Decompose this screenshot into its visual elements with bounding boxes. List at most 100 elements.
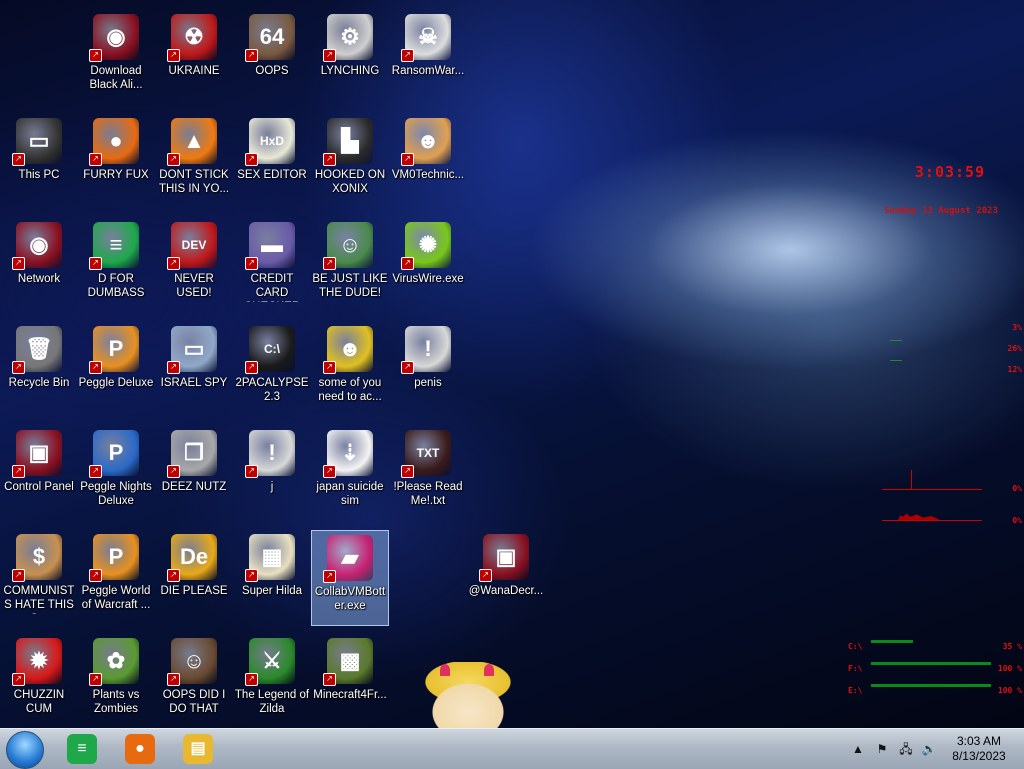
icon-download-black-ali[interactable]: ◉ ↗ Download Black Ali... [77,10,155,106]
icon-this-pc[interactable]: ▭ ↗ This PC [0,114,78,210]
taskbar-app-firefox-icon: ● [125,734,155,764]
icon-ransomware-image: ☠ ↗ [401,14,451,62]
shortcut-arrow-icon: ↗ [167,257,180,270]
icon-label: Download Black Ali... [89,65,143,91]
chevron-up-icon[interactable]: ▲ [850,741,866,757]
icon-communists[interactable]: $↗ COMMUNISTS HATE THIS G... [0,530,78,626]
icon-collabvm-bott[interactable]: ▰ ↗ CollabVMBott er.exe [311,530,389,626]
icon-peggle-world[interactable]: P ↗ Peggle World of Warcraft ... [77,530,155,626]
icon-lynching[interactable]: ⚙ ↗ LYNCHING [311,10,389,106]
net-spike [911,470,912,489]
icon-control-panel[interactable]: ▣ ↗ Control Panel [0,426,78,522]
icon-never-used[interactable]: DEV ↗ NEVER USED! [155,218,233,314]
start-button[interactable] [6,731,44,769]
icon-die-please[interactable]: De ↗ DIE PLEASE [155,530,233,626]
net-line-2 [882,520,982,521]
icon-label: CREDIT CARD CHECKER [244,273,300,302]
icon-deez-nutz[interactable]: ❐ ↗ DEEZ NUTZ [155,426,233,522]
icon-credit-card-checker[interactable]: ▬↗ CREDIT CARD CHECKER [233,218,311,314]
icon-label: VM0Technic... [391,169,465,181]
icon-j-image: ! ↗ [245,430,295,478]
taskbar-app-notes[interactable]: ≡ [60,733,104,765]
icon-furry-fux[interactable]: ● ↗ FURRY FUX [77,114,155,210]
icon-label: FURRY FUX [83,169,149,181]
icon-label: LYNCHING [320,65,380,77]
icon-j[interactable]: ! ↗ j [233,426,311,522]
icon-wanadecr[interactable]: ▣ ↗ @WanaDecr... [467,530,545,626]
volume-icon[interactable]: 🔊 [921,741,937,757]
shortcut-arrow-icon: ↗ [89,153,102,166]
icon-2pacalypse[interactable]: C:\ ↗ 2PACALYPSE 2.3 [233,322,311,418]
taskbar: ≡ ● ▤ ▲ ⚑ 🖧 🔊 3:03 AM 8/13/2023 [0,728,1024,769]
taskbar-app-firefox[interactable]: ● [118,733,162,765]
desktop[interactable]: ◉ ↗ Download Black Ali... ☢ ↗ UKRAINE 64 ↗ OOPS ⚙… [0,0,1024,728]
shortcut-arrow-icon: ↗ [323,570,336,583]
icon-be-just-like-the-dude[interactable]: ☺ ↗ BE JUST LIKE THE DUDE! [311,218,389,314]
icon-minecraft4fr[interactable]: ▩ ↗ Minecraft4Fr... [311,634,389,730]
icon-label: 2PACALYPSE 2.3 [235,377,309,403]
icon-plants-vs-zombies[interactable]: ✿ ↗ Plants vs Zombies [77,634,155,730]
icon-chuzzin-cum[interactable]: ✹ ↗ CHUZZIN CUM [0,634,78,730]
shortcut-arrow-icon: ↗ [89,49,102,62]
icon-peggle-deluxe[interactable]: P ↗ Peggle Deluxe [77,322,155,418]
sticker-horn-left [440,664,450,676]
icon-label: OOPS DID I DO THAT [162,689,226,715]
icon-label: DEEZ NUTZ [161,481,227,493]
icon-network[interactable]: ◉ ↗ Network [0,218,78,314]
icon-recycle-bin[interactable]: 🗑 ↗ Recycle Bin [0,322,78,418]
icon-oops[interactable]: 64 ↗ OOPS [233,10,311,106]
taskbar-app-notes-icon: ≡ [67,734,97,764]
icon-network-image: ◉ ↗ [12,222,62,270]
shortcut-arrow-icon: ↗ [12,569,25,582]
taskbar-clock[interactable]: 3:03 AM 8/13/2023 [940,734,1018,764]
icon-vm0technic[interactable]: ☻ ↗ VM0Technic... [389,114,467,210]
shortcut-arrow-icon: ↗ [89,465,102,478]
taskbar-clock-time: 3:03 AM [956,734,1002,748]
icon-please-read-me[interactable]: TXT ↗ !Please Read Me!.txt [389,426,467,522]
drive-usage-bar [871,640,913,643]
shortcut-arrow-icon: ↗ [401,153,414,166]
icon-peggle-world-image: P ↗ [89,534,139,582]
icon-label: !Please Read Me!.txt [393,481,463,507]
icon-label: This PC [18,169,60,181]
clock-date: Sunday 13 August 2023 [884,206,998,216]
icon-label: NEVER USED! [174,273,214,299]
icon-this-pc-image: ▭ ↗ [12,118,62,166]
icon-recycle-bin-image: 🗑 ↗ [12,326,62,374]
icon-communists-image: $ ↗ [12,534,62,582]
icon-d-for-dumbass[interactable]: ≡ ↗ D FOR DUMBASS [77,218,155,314]
icon-legend-of-zilda-image: ⚔ ↗ [245,638,295,686]
icon-viruswire[interactable]: ✺ ↗ VirusWire.exe [389,218,467,314]
shortcut-arrow-icon: ↗ [245,361,258,374]
icon-oops-did-i-do-that[interactable]: ☺ ↗ OOPS DID I DO THAT [155,634,233,730]
shortcut-arrow-icon: ↗ [12,465,25,478]
shortcut-arrow-icon: ↗ [401,257,414,270]
icon-minecraft4fr-image: ▩ ↗ [323,638,373,686]
icon-ransomware[interactable]: ☠ ↗ RansomWar... [389,10,467,106]
icon-sex-editor[interactable]: HxD ↗ SEX EDITOR [233,114,311,210]
icon-ukraine[interactable]: ☢ ↗ UKRAINE [155,10,233,106]
shortcut-arrow-icon: ↗ [245,257,258,270]
icon-peggle-nights-image: P ↗ [89,430,139,478]
icon-label: CHUZZIN CUM [13,689,65,715]
icon-super-hilda[interactable]: ▦ ↗ Super Hilda [233,530,311,626]
icon-dont-stick[interactable]: ▲ ↗ DONT STICK THIS IN YO... [155,114,233,210]
net-pct-1: 0% [1012,484,1022,493]
icon-some-of-you[interactable]: ☻ ↗ some of you need to ac... [311,322,389,418]
character-sticker-image [412,662,524,728]
sticker-horn-right [484,664,494,676]
icon-viruswire-image: ✺ ↗ [401,222,451,270]
icon-israel-spy[interactable]: ▭ ↗ ISRAEL SPY [155,322,233,418]
icon-peggle-nights[interactable]: P ↗ Peggle Nights Deluxe [77,426,155,522]
shortcut-arrow-icon: ↗ [401,49,414,62]
icon-japan-suicide-sim[interactable]: ⇣ ↗ japan suicide sim [311,426,389,522]
network-icon[interactable]: 🖧 [898,741,914,757]
icon-hooked-on-xonix[interactable]: ▙ ↗ HOOKED ON XONIX [311,114,389,210]
icon-legend-of-zilda[interactable]: ⚔ ↗ The Legend of Zilda [233,634,311,730]
icon-label: Minecraft4Fr... [313,689,387,701]
shortcut-arrow-icon: ↗ [245,49,258,62]
taskbar-app-explorer[interactable]: ▤ [176,733,220,765]
flag-icon[interactable]: ⚑ [874,741,890,757]
icon-penis[interactable]: ! ↗ penis [389,322,467,418]
icon-label: Plants vs Zombies [92,689,140,715]
